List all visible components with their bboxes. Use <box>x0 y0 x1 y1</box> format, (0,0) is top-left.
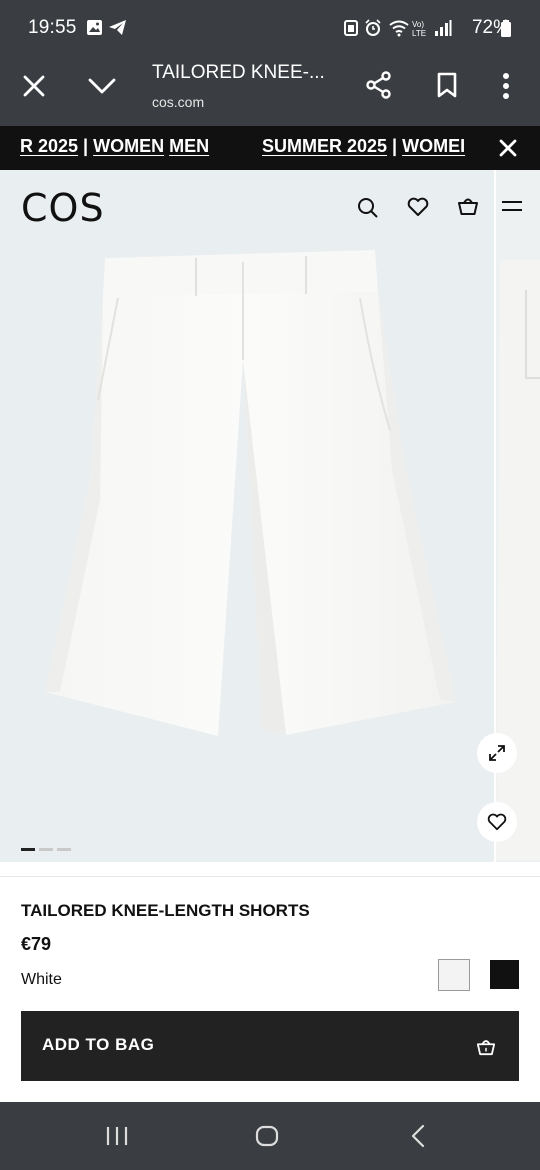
wishlist-heart-icon[interactable] <box>407 197 429 217</box>
color-swatch-black[interactable] <box>490 960 519 989</box>
add-to-wishlist-button[interactable] <box>477 802 517 842</box>
status-time: 19:55 <box>28 17 77 38</box>
alarm-icon <box>365 19 381 36</box>
ticker-separator: | <box>78 136 94 156</box>
announcement-bar: R 2025 | WOMEN MEN SUMMER 2025 | WOMEI <box>0 126 540 170</box>
back-icon[interactable] <box>410 1124 426 1148</box>
battery-saver-icon <box>344 20 358 36</box>
system-navigation-bar <box>0 1102 540 1170</box>
browser-toolbar: TAILORED KNEE-... cos.com <box>0 58 540 126</box>
volte-icon: Vo) LTE <box>412 20 426 37</box>
gallery-notification-icon <box>87 20 102 35</box>
product-image <box>45 250 456 736</box>
chevron-down-icon[interactable] <box>88 76 116 96</box>
status-bar: 19:55 Vo) LTE 72% <box>0 0 540 58</box>
ticker-segment: SUMMER 2025 | WOMEI <box>262 136 465 157</box>
telegram-notification-icon <box>109 20 126 35</box>
bookmark-icon[interactable] <box>436 72 458 98</box>
page-title: TAILORED KNEE-... <box>152 62 325 83</box>
wifi-icon <box>389 20 409 37</box>
product-gallery[interactable]: COS <box>0 170 540 862</box>
pagination-dot[interactable] <box>39 848 53 851</box>
ticker-link-women[interactable]: WOMEN <box>93 136 164 156</box>
page-url: cos.com <box>152 94 205 110</box>
signal-icon <box>435 20 452 36</box>
battery-icon <box>501 20 511 37</box>
shopping-bag-icon <box>476 1040 496 1056</box>
home-icon[interactable] <box>255 1125 279 1147</box>
heart-icon <box>487 813 507 831</box>
color-swatch-white[interactable] <box>438 959 470 991</box>
expand-icon <box>489 745 505 761</box>
cos-logo[interactable]: COS <box>21 186 105 230</box>
ticker-link-collection[interactable]: R 2025 <box>20 136 78 156</box>
close-icon[interactable] <box>22 74 46 98</box>
pagination-dot[interactable] <box>21 848 35 851</box>
more-options-icon[interactable] <box>502 72 510 100</box>
menu-icon[interactable] <box>501 198 523 214</box>
divider <box>0 876 540 877</box>
pagination-dot[interactable] <box>57 848 71 851</box>
product-price: €79 <box>21 934 52 954</box>
ticker-link-men[interactable]: MEN <box>169 136 209 156</box>
add-to-bag-label: ADD TO BAG <box>42 1035 155 1054</box>
product-name: TAILORED KNEE-LENGTH SHORTS <box>21 901 310 920</box>
selected-color-label: White <box>21 971 62 988</box>
shopping-bag-icon[interactable] <box>457 195 479 217</box>
share-icon[interactable] <box>364 70 394 100</box>
ticker-segment: R 2025 | WOMEN MEN <box>20 136 209 157</box>
recent-apps-icon[interactable] <box>105 1126 129 1146</box>
close-icon[interactable] <box>499 139 517 157</box>
ticker-link-women[interactable]: WOMEI <box>402 136 465 156</box>
add-to-bag-button[interactable]: ADD TO BAG <box>21 1011 519 1081</box>
ticker-separator: | <box>387 136 403 156</box>
expand-image-button[interactable] <box>477 733 517 773</box>
ticker-link-collection[interactable]: SUMMER 2025 <box>262 136 387 156</box>
gallery-pagination <box>21 838 75 856</box>
svg-text:LTE: LTE <box>412 29 426 37</box>
search-icon[interactable] <box>357 197 379 219</box>
svg-text:Vo): Vo) <box>412 20 424 29</box>
